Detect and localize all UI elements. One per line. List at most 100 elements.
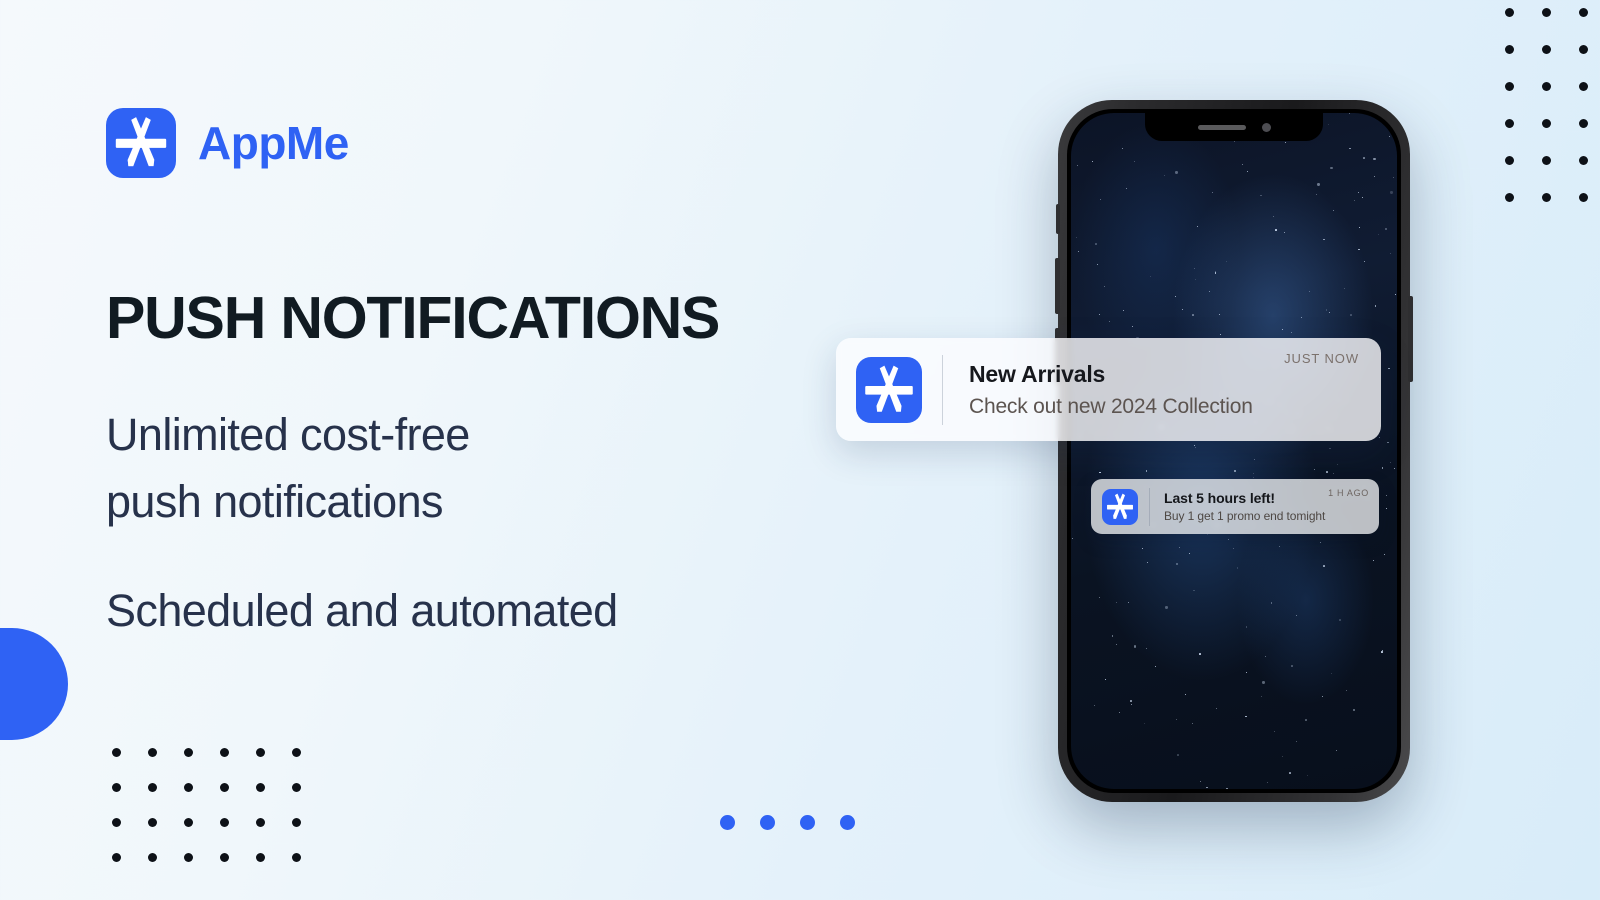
decorative-dot bbox=[112, 748, 121, 757]
star bbox=[1377, 233, 1379, 235]
star bbox=[1373, 560, 1375, 562]
notification-body: Check out new 2024 Collection bbox=[969, 394, 1253, 418]
star bbox=[1252, 473, 1254, 475]
star bbox=[1099, 314, 1101, 316]
star bbox=[1330, 166, 1333, 169]
brand-name: AppMe bbox=[198, 117, 349, 169]
star bbox=[1359, 227, 1361, 229]
star bbox=[1323, 238, 1325, 241]
star bbox=[1134, 645, 1137, 648]
decorative-dot bbox=[1579, 82, 1588, 91]
phone-silent-switch[interactable] bbox=[1056, 204, 1060, 234]
star bbox=[1175, 719, 1177, 721]
star bbox=[1274, 730, 1276, 732]
star bbox=[1245, 671, 1248, 674]
star bbox=[1212, 192, 1214, 194]
star bbox=[1154, 666, 1156, 668]
star bbox=[1317, 183, 1320, 186]
star bbox=[1281, 755, 1283, 757]
star bbox=[1388, 367, 1390, 370]
star bbox=[1337, 464, 1339, 466]
star bbox=[1099, 471, 1101, 474]
star bbox=[1188, 552, 1190, 554]
star bbox=[1328, 123, 1330, 125]
star bbox=[1233, 547, 1235, 549]
star bbox=[1329, 312, 1331, 314]
notification-timestamp: JUST NOW bbox=[1284, 351, 1359, 366]
star bbox=[1295, 740, 1297, 742]
star bbox=[1309, 290, 1311, 292]
decorative-dot bbox=[1505, 8, 1514, 17]
star bbox=[1219, 313, 1221, 315]
star bbox=[1206, 786, 1208, 789]
star bbox=[1384, 227, 1387, 230]
star bbox=[1099, 198, 1101, 200]
star bbox=[1193, 268, 1195, 270]
star bbox=[1305, 719, 1307, 721]
star bbox=[1264, 656, 1266, 658]
star bbox=[1363, 261, 1365, 263]
star bbox=[1363, 157, 1365, 159]
decorative-dot-row-bottom-center bbox=[720, 815, 855, 830]
star bbox=[1116, 601, 1118, 603]
star bbox=[1289, 772, 1291, 774]
decorative-dot bbox=[184, 818, 193, 827]
star bbox=[1143, 722, 1145, 724]
star bbox=[1270, 602, 1273, 605]
star bbox=[1078, 781, 1080, 784]
star bbox=[1094, 705, 1096, 707]
decorative-dot bbox=[148, 748, 157, 757]
decorative-dot-grid-top-right bbox=[1505, 8, 1600, 230]
star bbox=[1353, 708, 1356, 712]
star bbox=[1275, 229, 1277, 231]
phone-power-button[interactable] bbox=[1408, 296, 1413, 382]
star bbox=[1329, 447, 1331, 450]
decorative-dot bbox=[1542, 119, 1551, 128]
hero-subtitle-secondary: Scheduled and automated bbox=[106, 585, 618, 637]
star bbox=[1214, 271, 1217, 274]
decorative-dot-grid-bottom-left bbox=[112, 748, 328, 888]
star bbox=[1272, 216, 1274, 218]
star bbox=[1262, 681, 1265, 684]
star bbox=[1194, 279, 1196, 281]
star bbox=[1179, 547, 1181, 549]
decorative-dot bbox=[292, 748, 301, 757]
decorative-blue-half-circle bbox=[0, 628, 68, 740]
star bbox=[1236, 567, 1239, 569]
decorative-dot bbox=[184, 783, 193, 792]
wallpaper-starfield bbox=[1071, 113, 1397, 789]
notification-card-primary[interactable]: New Arrivals Check out new 2024 Collecti… bbox=[836, 338, 1381, 441]
notification-card-secondary[interactable]: Last 5 hours left! Buy 1 get 1 promo end… bbox=[1091, 479, 1379, 534]
app-store-icon bbox=[1102, 488, 1138, 525]
decorative-dot bbox=[112, 783, 121, 792]
star bbox=[1104, 678, 1107, 681]
hero-content: AppMe PUSH NOTIFICATIONS Unlimited cost-… bbox=[106, 108, 866, 637]
star bbox=[1194, 444, 1196, 446]
star bbox=[1290, 664, 1293, 667]
star bbox=[1306, 774, 1308, 776]
star bbox=[1335, 749, 1337, 751]
front-camera-icon bbox=[1261, 122, 1271, 132]
star bbox=[1123, 310, 1125, 312]
star bbox=[1387, 441, 1389, 444]
star bbox=[1349, 147, 1351, 150]
star bbox=[1374, 305, 1377, 307]
decorative-dot bbox=[1505, 82, 1514, 91]
star bbox=[1321, 695, 1323, 697]
decorative-dot bbox=[292, 853, 301, 862]
star bbox=[1245, 715, 1247, 718]
star bbox=[1081, 777, 1084, 779]
star bbox=[1115, 644, 1117, 646]
decorative-dot bbox=[112, 853, 121, 862]
star bbox=[1261, 695, 1263, 697]
speaker-grille-icon bbox=[1197, 124, 1246, 130]
decorative-dot bbox=[1505, 45, 1514, 54]
decorative-dot bbox=[1542, 82, 1551, 91]
star bbox=[1197, 225, 1199, 227]
star bbox=[1326, 471, 1328, 473]
star bbox=[1314, 468, 1316, 470]
star bbox=[1141, 548, 1143, 550]
phone-volume-up-button[interactable] bbox=[1055, 258, 1060, 314]
star bbox=[1193, 589, 1195, 592]
decorative-dot bbox=[256, 818, 265, 827]
